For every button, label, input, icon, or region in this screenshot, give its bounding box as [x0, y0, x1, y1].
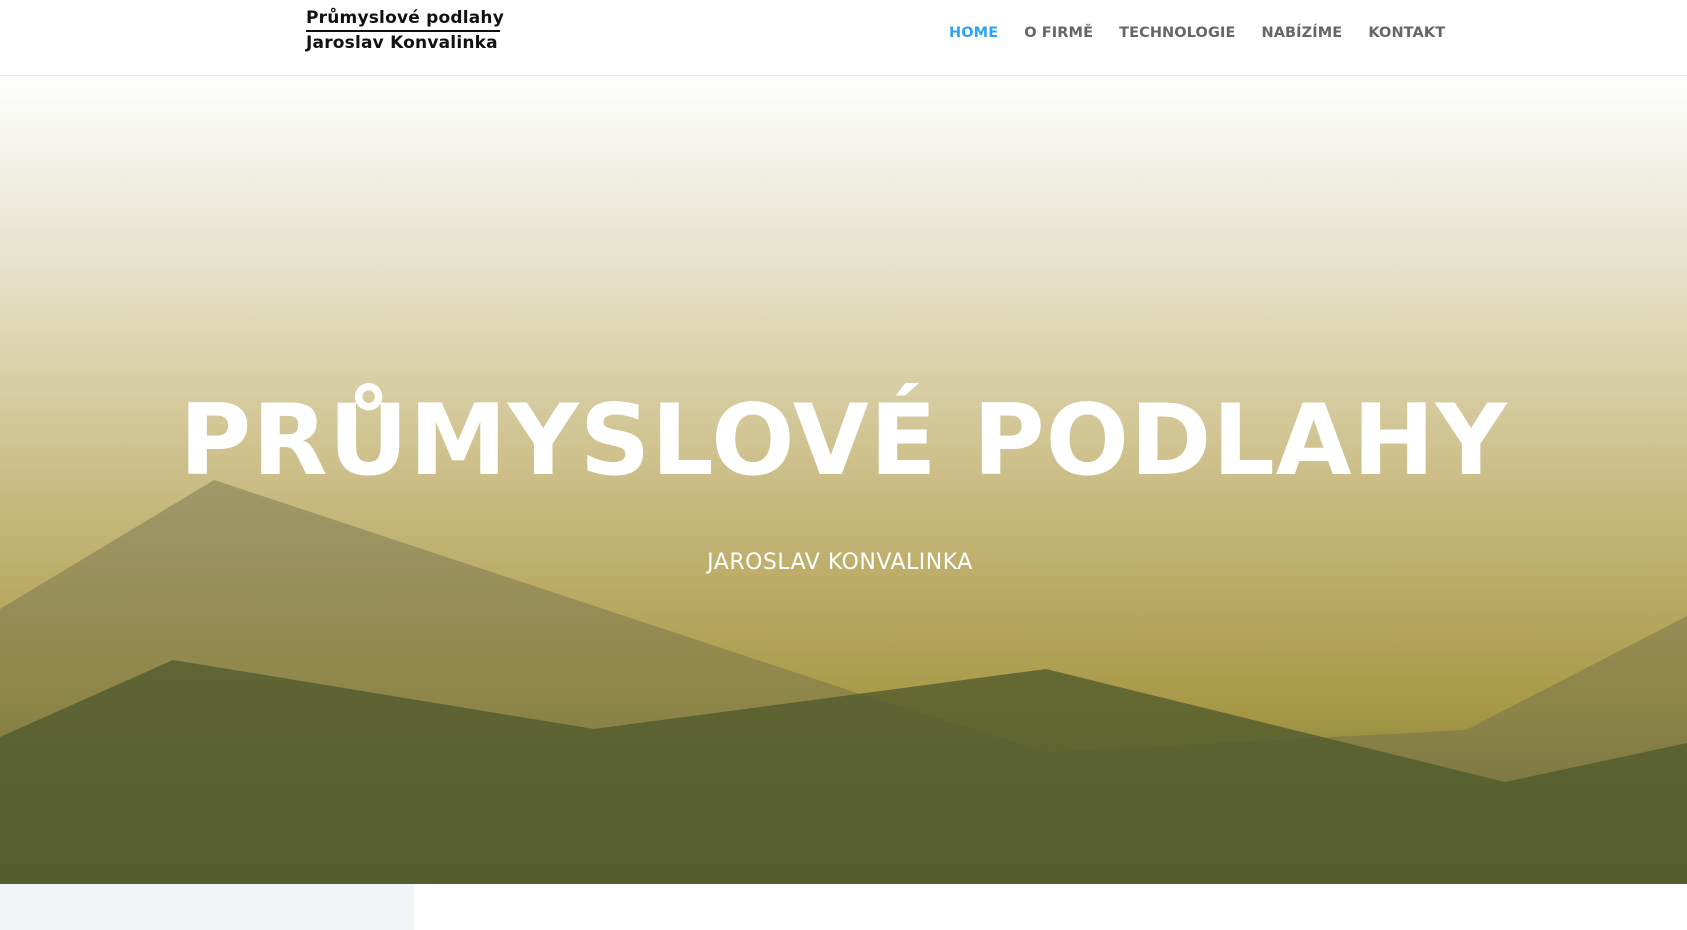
- nav-item-home[interactable]: HOME: [949, 25, 998, 41]
- site-header: Průmyslové podlahy Jaroslav Konvalinka H…: [0, 0, 1687, 76]
- nav-item-technologie[interactable]: TECHNOLOGIE: [1119, 25, 1235, 41]
- nav-item-kontakt[interactable]: KONTAKT: [1368, 25, 1445, 41]
- content-left-panel: [0, 884, 414, 930]
- logo-line-1: Průmyslové podlahy: [306, 8, 504, 28]
- logo-divider: [306, 30, 500, 32]
- nav-item-nabizime[interactable]: NABÍZÍME: [1261, 25, 1342, 41]
- main-nav: HOME O FIRMĚ TECHNOLOGIE NABÍZÍME KONTAK…: [949, 25, 1445, 41]
- hero-title: PRŮMYSLOVÉ PODLAHY: [179, 384, 1508, 498]
- hero-subtitle: JAROSLAV KONVALINKA: [707, 550, 973, 575]
- hero-section: PRŮMYSLOVÉ PODLAHY JAROSLAV KONVALINKA: [0, 76, 1687, 884]
- logo-line-2: Jaroslav Konvalinka: [306, 33, 498, 53]
- nav-item-o-firme[interactable]: O FIRMĚ: [1024, 25, 1093, 41]
- site-logo[interactable]: Průmyslové podlahy Jaroslav Konvalinka: [306, 8, 504, 55]
- content-right-panel: [414, 884, 1687, 930]
